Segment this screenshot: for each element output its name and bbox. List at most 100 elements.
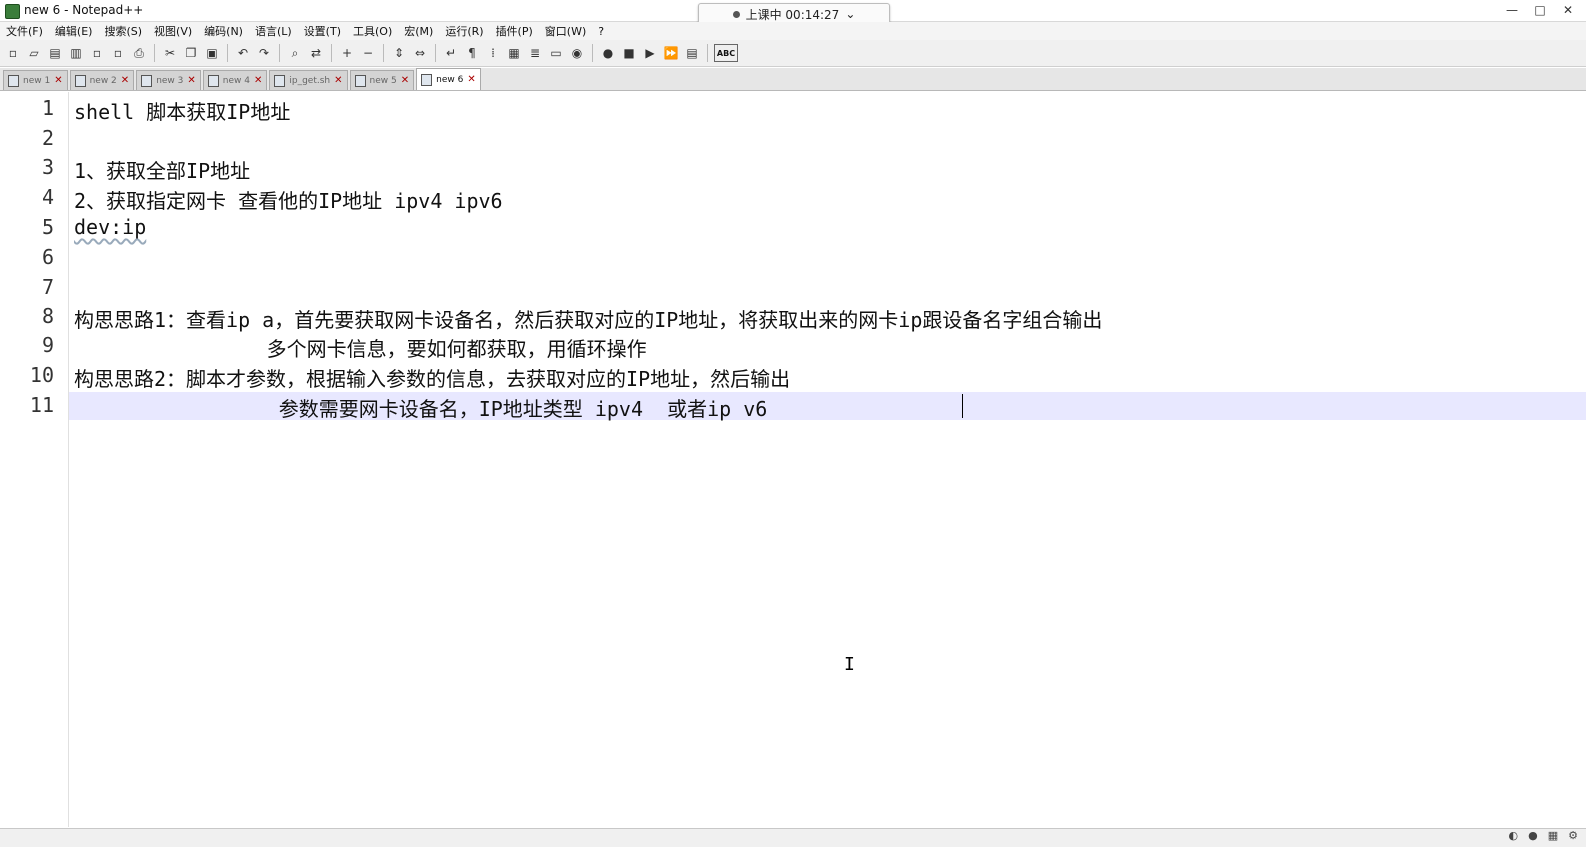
stop-macro-icon[interactable]: ■ bbox=[620, 44, 638, 62]
line-number: 2 bbox=[41, 126, 54, 150]
tab-new-3[interactable]: new 3 ✕ bbox=[136, 70, 201, 90]
toolbar-separator bbox=[383, 44, 384, 62]
zoom-out-icon[interactable]: − bbox=[359, 44, 377, 62]
tab-new-2[interactable]: new 2 ✕ bbox=[69, 70, 135, 90]
menu-file[interactable]: 文件(F) bbox=[0, 23, 49, 39]
replace-icon[interactable]: ⇄ bbox=[307, 44, 325, 62]
close-icon[interactable]: ✕ bbox=[121, 75, 129, 86]
tab-new-4[interactable]: new 4 ✕ bbox=[202, 70, 268, 90]
word-wrap-icon[interactable]: ↵ bbox=[442, 44, 460, 62]
spell-check-button[interactable]: ABC bbox=[714, 44, 738, 62]
toolbar-separator bbox=[707, 44, 708, 62]
redo-icon[interactable]: ↷ bbox=[255, 44, 273, 62]
close-icon[interactable]: ✕ bbox=[467, 74, 475, 85]
menu-language[interactable]: 语言(L) bbox=[249, 23, 298, 39]
line-number: 11 bbox=[29, 393, 54, 417]
line-number: 4 bbox=[41, 185, 54, 209]
tab-bar: new 1 ✕ new 2 ✕ new 3 ✕ new 4 ✕ ip_get.s… bbox=[0, 68, 1586, 91]
print-icon[interactable]: ⎙ bbox=[130, 44, 148, 62]
close-icon[interactable]: ✕ bbox=[254, 75, 262, 86]
menu-search[interactable]: 搜索(S) bbox=[98, 23, 148, 39]
code-line[interactable]: shell 脚本获取IP地址 bbox=[74, 96, 290, 125]
window-controls: — □ ✕ bbox=[1498, 0, 1582, 20]
tab-new-6[interactable]: new 6 ✕ bbox=[416, 68, 481, 90]
menu-window[interactable]: 窗口(W) bbox=[539, 23, 592, 39]
i-beam-cursor-icon: I bbox=[844, 654, 855, 675]
menu-encoding[interactable]: 编码(N) bbox=[198, 23, 249, 39]
tab-new-5[interactable]: new 5 ✕ bbox=[349, 70, 415, 90]
find-icon[interactable]: ⌕ bbox=[286, 44, 304, 62]
code-line[interactable]: 构思思路1：查看ip a，首先要获取网卡设备名，然后获取对应的IP地址，将获取出… bbox=[74, 304, 1102, 333]
document-map-icon[interactable]: ▦ bbox=[505, 44, 523, 62]
record-macro-icon[interactable]: ● bbox=[599, 44, 617, 62]
document-icon bbox=[354, 74, 366, 87]
close-icon[interactable]: ✕ bbox=[401, 75, 409, 86]
code-line[interactable]: 2、获取指定网卡 查看他的IP地址 ipv4 ipv6 bbox=[74, 185, 503, 214]
recording-label: 上课中 00:14:27 bbox=[745, 7, 840, 22]
sync-horizontal-icon[interactable]: ⇔ bbox=[411, 44, 429, 62]
settings-icon[interactable]: ⚙ bbox=[1568, 829, 1578, 842]
tab-label: new 5 bbox=[369, 75, 397, 86]
close-icon[interactable]: ✕ bbox=[334, 75, 342, 86]
new-file-icon[interactable]: ▫ bbox=[4, 44, 22, 62]
monitor-icon[interactable]: ◉ bbox=[568, 44, 586, 62]
indent-guide-icon[interactable]: ⁞ bbox=[484, 44, 502, 62]
close-icon[interactable]: ▫ bbox=[88, 44, 106, 62]
code-line[interactable]: 参数需要网卡设备名，IP地址类型 ipv4 或者ip v6 bbox=[74, 393, 768, 422]
input-method-icon[interactable]: ◐ bbox=[1509, 829, 1519, 842]
menu-run[interactable]: 运行(R) bbox=[439, 23, 489, 39]
toolbar-separator bbox=[435, 44, 436, 62]
keyboard-icon[interactable]: ▦ bbox=[1548, 829, 1558, 842]
toolbar-separator bbox=[154, 44, 155, 62]
save-macro-icon[interactable]: ▤ bbox=[683, 44, 701, 62]
menu-edit[interactable]: 编辑(E) bbox=[49, 23, 99, 39]
play-macro-icon[interactable]: ▶ bbox=[641, 44, 659, 62]
line-number: 5 bbox=[41, 215, 54, 239]
document-icon bbox=[274, 74, 286, 87]
menu-macro[interactable]: 宏(M) bbox=[398, 23, 439, 39]
undo-icon[interactable]: ↶ bbox=[234, 44, 252, 62]
copy-icon[interactable]: ❐ bbox=[182, 44, 200, 62]
close-icon[interactable]: ✕ bbox=[187, 75, 195, 86]
tab-ip-get[interactable]: ip_get.sh ✕ bbox=[269, 70, 348, 90]
menu-bar: 文件(F) 编辑(E) 搜索(S) 视图(V) 编码(N) 语言(L) 设置(T… bbox=[0, 22, 1586, 40]
cut-icon[interactable]: ✂ bbox=[161, 44, 179, 62]
editor-area[interactable]: 1 2 3 4 5 6 7 8 9 10 11 shell 脚本获取IP地址 1… bbox=[0, 92, 1586, 827]
microphone-icon[interactable]: ● bbox=[1528, 829, 1538, 842]
minimize-button[interactable]: — bbox=[1498, 0, 1526, 20]
tab-label: new 6 bbox=[436, 74, 464, 85]
line-number: 8 bbox=[41, 304, 54, 328]
tab-label: new 2 bbox=[89, 75, 117, 86]
sync-vertical-icon[interactable]: ⇕ bbox=[390, 44, 408, 62]
menu-tools[interactable]: 工具(O) bbox=[347, 23, 398, 39]
folder-workspace-icon[interactable]: ▭ bbox=[547, 44, 565, 62]
toolbar-separator bbox=[331, 44, 332, 62]
line-number: 1 bbox=[41, 96, 54, 120]
code-line[interactable]: 构思思路2：脚本才参数，根据输入参数的信息，去获取对应的IP地址，然后输出 bbox=[74, 363, 790, 392]
close-window-button[interactable]: ✕ bbox=[1554, 0, 1582, 20]
tab-new-1[interactable]: new 1 ✕ bbox=[3, 70, 68, 90]
line-number: 3 bbox=[41, 155, 54, 179]
close-icon[interactable]: ✕ bbox=[54, 75, 62, 86]
status-bar bbox=[0, 828, 1586, 847]
paste-icon[interactable]: ▣ bbox=[203, 44, 221, 62]
show-all-chars-icon[interactable]: ¶ bbox=[463, 44, 481, 62]
menu-plugins[interactable]: 插件(P) bbox=[490, 23, 539, 39]
toolbar-separator bbox=[592, 44, 593, 62]
save-all-icon[interactable]: ▥ bbox=[67, 44, 85, 62]
save-icon[interactable]: ▤ bbox=[46, 44, 64, 62]
menu-settings[interactable]: 设置(T) bbox=[298, 23, 347, 39]
menu-help[interactable]: ? bbox=[592, 25, 610, 38]
code-line[interactable]: 多个网卡信息，要如何都获取，用循环操作 bbox=[74, 333, 647, 362]
line-number: 6 bbox=[41, 245, 54, 269]
open-file-icon[interactable]: ▱ bbox=[25, 44, 43, 62]
code-line[interactable]: dev:ip bbox=[74, 215, 146, 239]
code-line[interactable]: 1、获取全部IP地址 bbox=[74, 155, 250, 184]
chevron-down-icon[interactable]: ⌄ bbox=[845, 7, 855, 21]
function-list-icon[interactable]: ≣ bbox=[526, 44, 544, 62]
zoom-in-icon[interactable]: + bbox=[338, 44, 356, 62]
close-all-icon[interactable]: ▫ bbox=[109, 44, 127, 62]
menu-view[interactable]: 视图(V) bbox=[148, 23, 198, 39]
maximize-button[interactable]: □ bbox=[1526, 0, 1554, 20]
run-macro-multiple-icon[interactable]: ⏩ bbox=[662, 44, 680, 62]
